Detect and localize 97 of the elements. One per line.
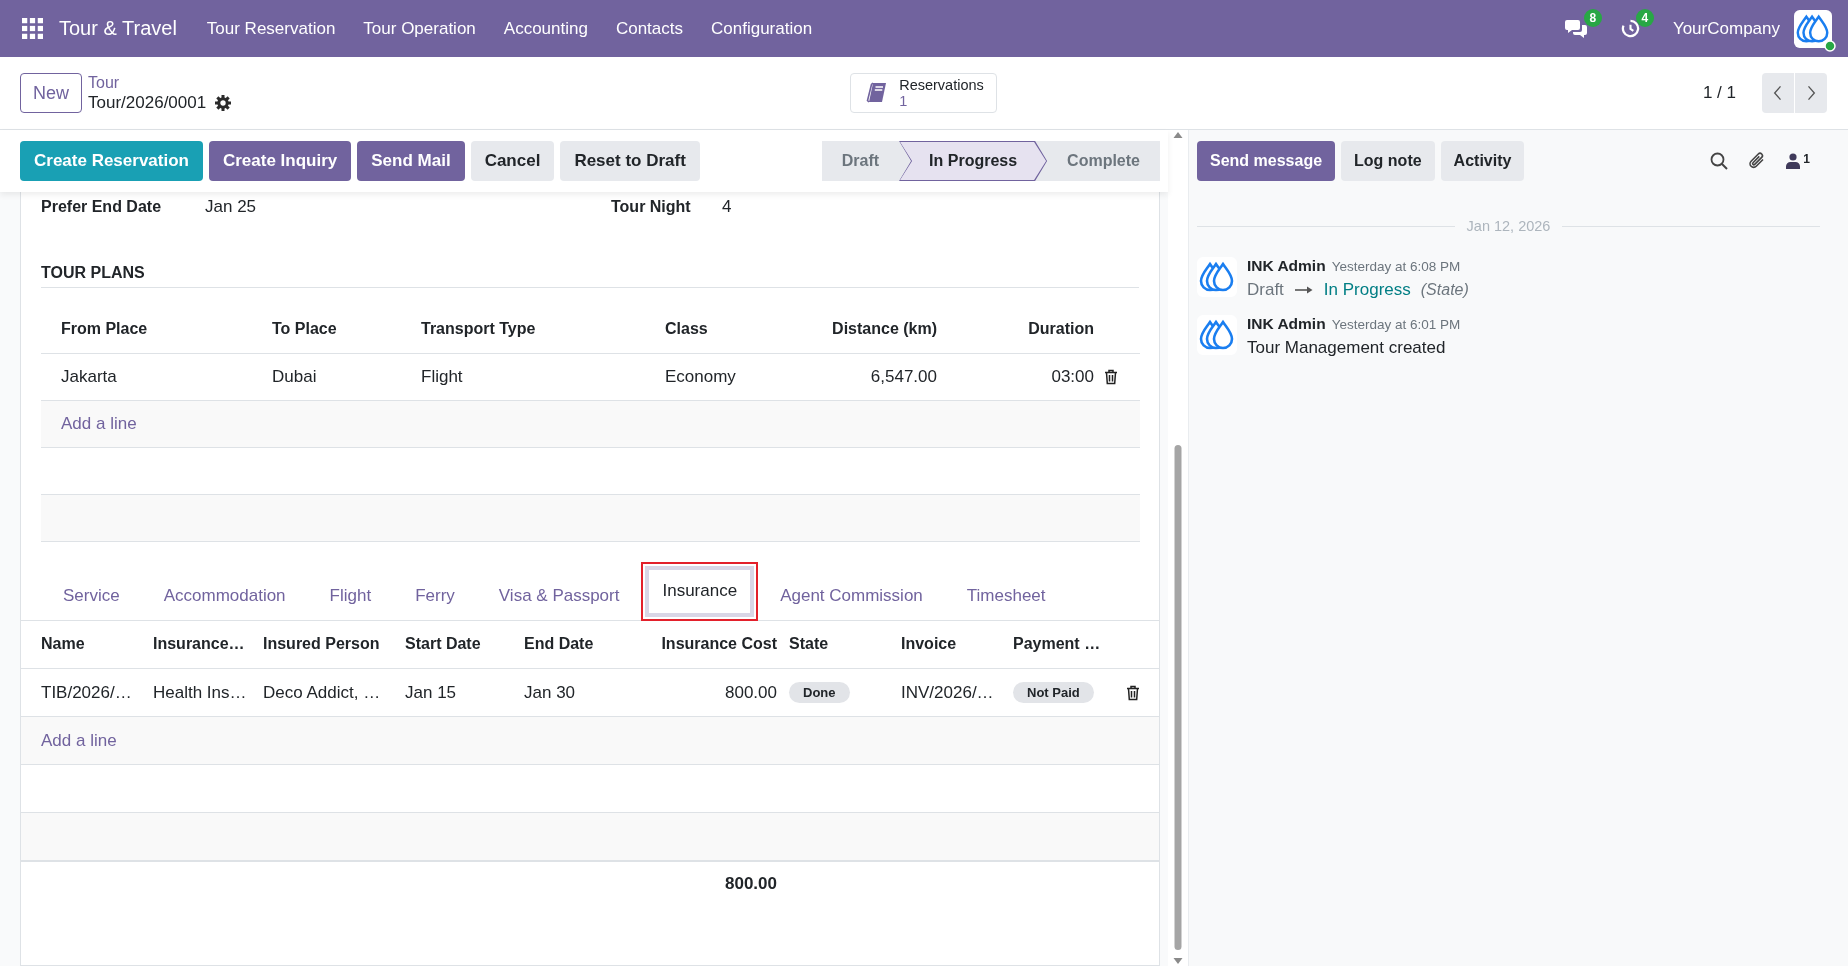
add-line-link[interactable]: Add a line xyxy=(61,413,137,434)
tab[interactable]: Agent Commission xyxy=(758,571,945,620)
table-cell: Deco Addict, … xyxy=(257,668,399,717)
tab[interactable]: Timesheet xyxy=(944,571,1068,620)
message-time: Yesterday at 6:08 PM xyxy=(1331,258,1461,276)
drop-logo-icon xyxy=(1197,315,1237,355)
status-step[interactable]: In Progress xyxy=(899,141,1048,181)
message-author: INK Admin xyxy=(1247,315,1326,333)
apps-grid-icon[interactable] xyxy=(22,18,43,39)
tracked-field: (State) xyxy=(1420,278,1469,302)
trash-icon[interactable] xyxy=(1126,684,1140,701)
total-amount: 800.00 xyxy=(620,860,783,906)
add-line-link[interactable]: Add a line xyxy=(41,730,117,751)
column-header[interactable]: Transport Type xyxy=(401,306,645,353)
tab[interactable]: Visa & Passport xyxy=(476,571,642,620)
table-cell: Jakarta xyxy=(41,353,252,400)
field-label: Tour Night xyxy=(611,198,692,216)
column-header[interactable]: Class xyxy=(645,306,795,353)
record-name: Tour/2026/0001 xyxy=(88,92,207,113)
column-header[interactable]: Insurance… xyxy=(147,620,257,669)
status-step[interactable]: Complete xyxy=(1047,141,1160,181)
action-button[interactable]: Reset to Draft xyxy=(560,141,700,181)
tab[interactable]: Accommodation xyxy=(141,571,308,620)
table-cell: Flight xyxy=(401,353,645,400)
count-badge: 4 xyxy=(1635,9,1654,27)
status-dot-icon xyxy=(1824,39,1836,52)
trash-icon[interactable] xyxy=(1104,368,1118,385)
column-header[interactable]: To Place xyxy=(252,306,401,353)
table-cell: Jan 15 xyxy=(399,668,518,717)
column-header[interactable]: Distance (km) xyxy=(795,306,957,353)
table-cell: INV/2026/… xyxy=(895,668,1007,717)
clock-icon[interactable] xyxy=(1620,19,1640,38)
tab[interactable]: Insurance xyxy=(645,565,755,617)
table-cell: 6,547.00 xyxy=(795,353,957,400)
menu-item[interactable]: Configuration xyxy=(697,0,827,57)
tab[interactable]: Ferry xyxy=(393,571,477,620)
count-badge: 8 xyxy=(1583,8,1602,27)
search-icon[interactable] xyxy=(1710,152,1729,170)
menu-item[interactable]: Contacts xyxy=(601,0,697,57)
column-header[interactable]: State xyxy=(783,620,895,669)
message-time: Yesterday at 6:01 PM xyxy=(1331,316,1461,334)
date-separator: Jan 12, 2026 xyxy=(1466,218,1551,234)
company-switcher[interactable]: YourCompany xyxy=(1672,8,1780,49)
table-cell: TIB/2026/… xyxy=(21,668,147,717)
scrollbar[interactable] xyxy=(1172,130,1184,966)
chatter-button[interactable]: Activity xyxy=(1440,141,1525,181)
tab[interactable]: Service xyxy=(41,571,142,620)
action-button[interactable]: Create Inquiry xyxy=(208,141,352,181)
app-name-link[interactable]: Tour & Travel xyxy=(59,0,177,57)
field-value: 4 xyxy=(722,197,732,217)
chatter-button[interactable]: Send message xyxy=(1197,141,1336,181)
column-header[interactable]: Insurance Cost xyxy=(620,620,783,669)
column-header[interactable]: Insured Person xyxy=(257,620,399,669)
message-body: Tour Management created xyxy=(1247,337,1447,359)
column-header[interactable]: Duration xyxy=(957,306,1100,353)
menu-item[interactable]: Tour Operation xyxy=(349,0,490,57)
table-cell: 03:00 xyxy=(957,353,1100,400)
chevron-left-icon xyxy=(1773,84,1783,102)
column-header[interactable]: End Date xyxy=(518,620,620,669)
menu-item[interactable]: Accounting xyxy=(489,0,602,57)
user-icon xyxy=(1786,153,1801,169)
chat-bubbles-icon[interactable] xyxy=(1563,18,1588,39)
table-cell: Jan 30 xyxy=(518,668,620,717)
gear-icon[interactable] xyxy=(215,94,232,111)
column-header[interactable]: Payment … xyxy=(1007,620,1119,669)
action-button[interactable]: Cancel xyxy=(470,141,555,181)
field-label: Prefer End Date xyxy=(41,198,163,216)
breadcrumb-link[interactable]: Tour xyxy=(88,73,120,92)
new-button[interactable]: New xyxy=(20,73,82,113)
column-header[interactable]: Invoice xyxy=(895,620,1007,669)
stat-button[interactable]: Reservations 1 xyxy=(850,73,997,113)
column-header[interactable]: Start Date xyxy=(399,620,518,669)
drop-logo-icon xyxy=(1197,257,1237,297)
menu-item[interactable]: Tour Reservation xyxy=(192,0,350,57)
drop-logo-icon[interactable] xyxy=(1794,9,1832,48)
followers-button[interactable]: 1 xyxy=(1786,153,1810,169)
action-button[interactable]: Create Reservation xyxy=(20,141,203,181)
tab[interactable]: Flight xyxy=(307,571,394,620)
table-cell: 800.00 xyxy=(620,668,783,717)
chevron-right-icon xyxy=(1806,84,1816,102)
old-value: Draft xyxy=(1247,279,1284,301)
column-header[interactable]: From Place xyxy=(41,306,252,353)
field-value: Jan 25 xyxy=(205,197,257,217)
status-badge: Not Paid xyxy=(1013,682,1094,703)
column-header[interactable]: Name xyxy=(21,620,147,669)
table-cell: Health Ins… xyxy=(147,668,257,717)
chatter-button[interactable]: Log note xyxy=(1341,141,1435,181)
section-title: TOUR PLANS xyxy=(41,264,145,281)
table-cell: Dubai xyxy=(252,353,401,400)
table-cell: Economy xyxy=(645,353,795,400)
status-step[interactable]: Draft xyxy=(821,141,900,181)
pager-value: 1 / 1 xyxy=(1702,83,1736,103)
new-value: In Progress xyxy=(1323,279,1411,301)
action-button[interactable]: Send Mail xyxy=(357,141,465,181)
status-badge: Done xyxy=(789,682,850,703)
message-author: INK Admin xyxy=(1247,257,1326,275)
arrow-icon xyxy=(1293,285,1314,295)
